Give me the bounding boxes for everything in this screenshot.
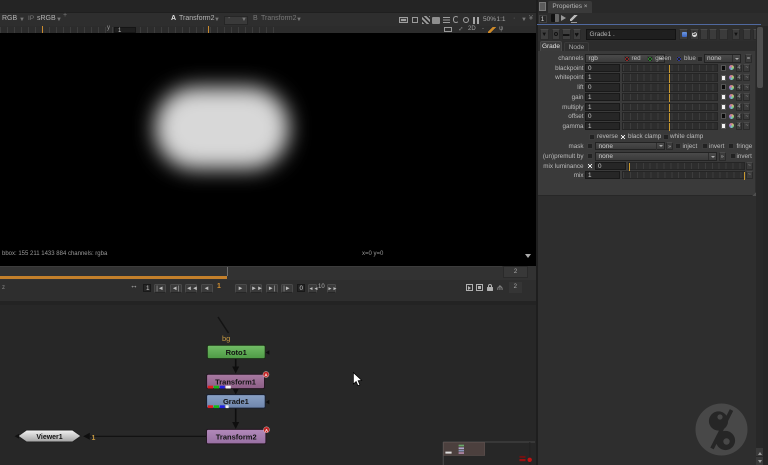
svg-text:1: 1 xyxy=(92,435,96,442)
svg-text:Transform2: Transform2 xyxy=(216,433,257,442)
svg-text:Transform1: Transform1 xyxy=(215,377,256,386)
svg-text:bg: bg xyxy=(222,334,230,343)
svg-text:Roto1: Roto1 xyxy=(226,348,247,357)
svg-text:Grade1: Grade1 xyxy=(223,397,249,406)
svg-text:Viewer1: Viewer1 xyxy=(36,434,62,441)
